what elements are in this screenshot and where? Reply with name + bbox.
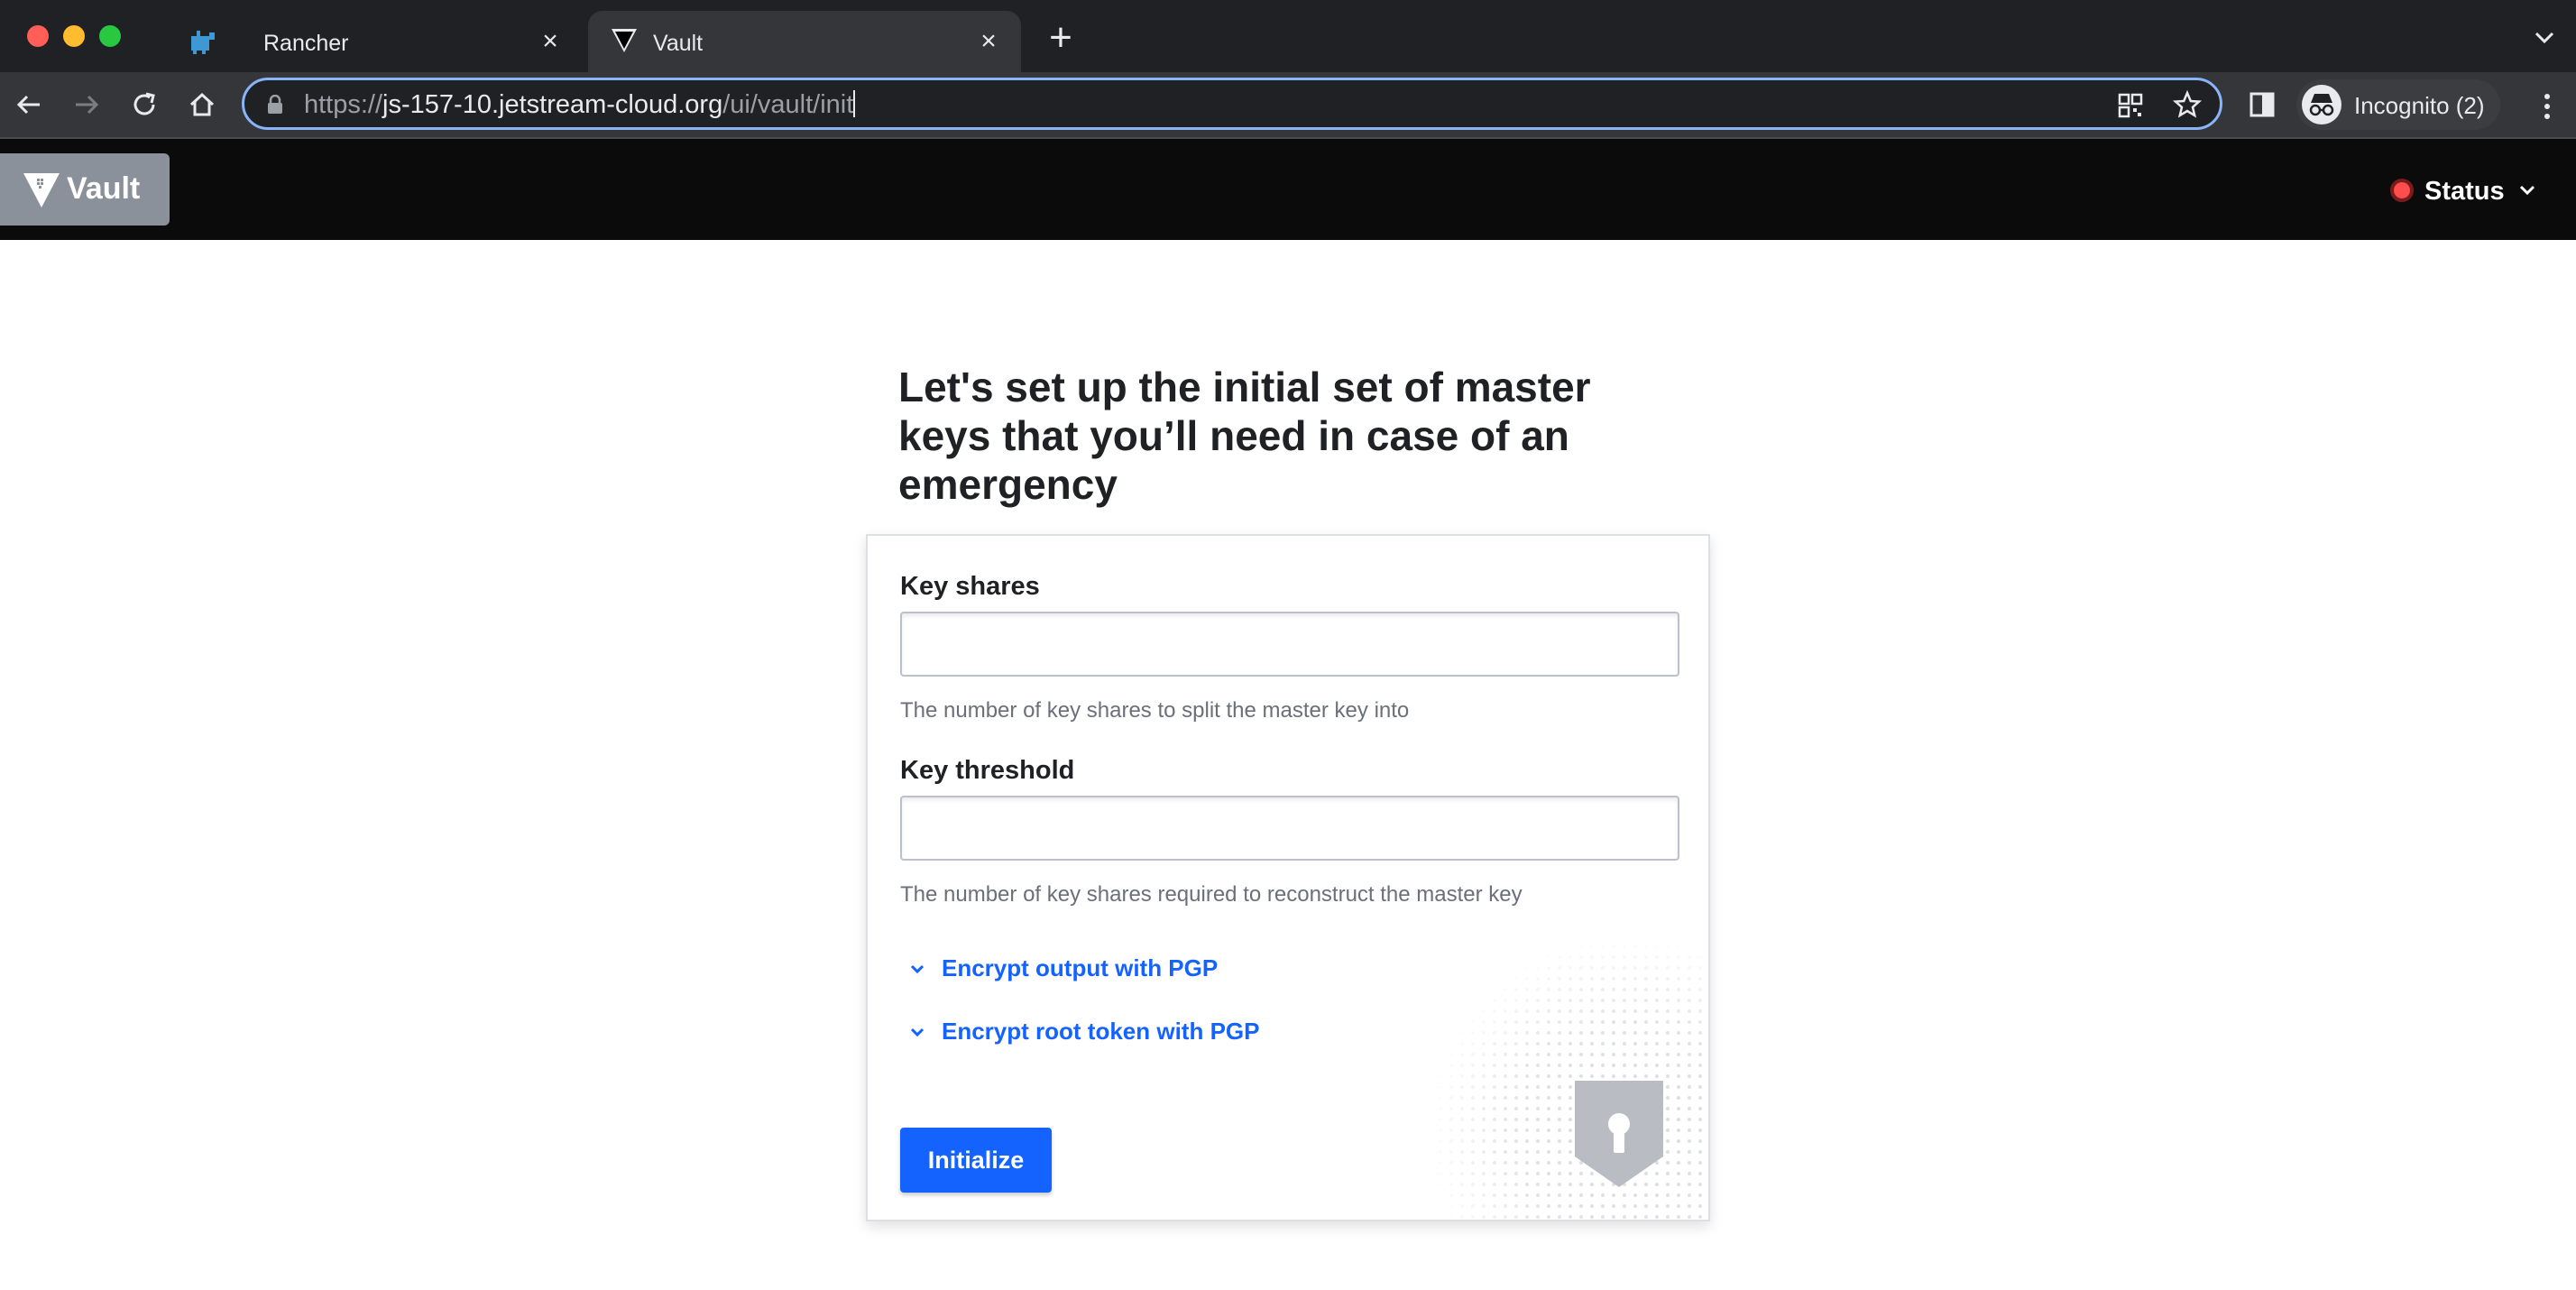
side-panel-icon[interactable] — [2248, 90, 2277, 119]
new-tab-button[interactable]: + — [1044, 18, 1077, 58]
bookmark-star-icon[interactable] — [2173, 90, 2202, 119]
chevron-down-icon[interactable] — [2531, 23, 2558, 51]
key-threshold-label: Key threshold — [900, 756, 1075, 785]
url-host: js-157-10.jetstream-cloud.org — [382, 90, 723, 119]
tab-vault[interactable]: Vault × — [588, 11, 1021, 72]
init-form-card: Key shares The number of key shares to s… — [866, 534, 1710, 1221]
lock-icon[interactable] — [266, 95, 284, 115]
key-shares-input[interactable] — [900, 612, 1679, 677]
keyhole-shield-icon — [1575, 1081, 1663, 1187]
qr-code-icon[interactable] — [2117, 92, 2144, 119]
incognito-profile-button[interactable]: Incognito (2) — [2296, 79, 2500, 130]
window-maximize-button[interactable] — [99, 25, 121, 47]
page-title: Let's set up the initial set of master k… — [898, 364, 1591, 508]
vault-favicon-icon — [612, 29, 637, 52]
vault-home-link[interactable]: Vault — [0, 153, 170, 226]
profile-label: Incognito (2) — [2354, 92, 2485, 119]
chevron-down-icon — [2519, 185, 2535, 196]
vault-logo-text: Vault — [67, 171, 141, 206]
key-threshold-input[interactable] — [900, 796, 1679, 861]
chevron-down-icon — [910, 964, 925, 974]
vault-header: Vault Status — [0, 139, 2576, 240]
initialize-button[interactable]: Initialize — [900, 1128, 1052, 1193]
url-scheme: https:// — [304, 90, 383, 119]
incognito-icon — [2302, 85, 2341, 124]
dotted-pattern-background — [1427, 933, 1708, 1220]
tab-rancher[interactable]: Rancher × — [164, 11, 583, 72]
home-icon[interactable] — [184, 87, 220, 123]
chevron-down-icon — [910, 1027, 925, 1037]
key-threshold-help: The number of key shares required to rec… — [900, 882, 1523, 907]
back-arrow-icon[interactable] — [11, 87, 47, 123]
address-bar[interactable]: https://js-157-10.jetstream-cloud.org/ui… — [242, 78, 2222, 130]
status-label: Status — [2424, 177, 2505, 206]
toggle-label: Encrypt root token with PGP — [942, 1018, 1260, 1045]
browser-tab-bar: Rancher × Vault × + — [0, 0, 2576, 72]
tab-title: Rancher — [263, 31, 349, 56]
rancher-favicon-icon — [191, 31, 215, 54]
key-shares-label: Key shares — [900, 572, 1040, 601]
window-minimize-button[interactable] — [63, 25, 85, 47]
close-tab-icon[interactable]: × — [536, 27, 565, 56]
url-text[interactable]: https://js-157-10.jetstream-cloud.org/ui… — [304, 90, 856, 120]
more-menu-icon[interactable] — [2536, 90, 2558, 123]
vault-logo-icon — [23, 173, 60, 207]
tab-title: Vault — [653, 31, 704, 56]
forward-arrow-icon[interactable] — [69, 87, 105, 123]
toggle-label: Encrypt output with PGP — [942, 954, 1219, 981]
window-close-button[interactable] — [27, 25, 49, 47]
browser-toolbar: https://js-157-10.jetstream-cloud.org/ui… — [0, 72, 2576, 139]
url-path: /ui/vault/init — [722, 90, 854, 119]
close-tab-icon[interactable]: × — [974, 27, 1003, 56]
text-cursor — [853, 90, 856, 117]
key-shares-help: The number of key shares to split the ma… — [900, 698, 1410, 723]
reload-icon[interactable] — [126, 87, 162, 123]
status-dot-icon — [2390, 179, 2414, 202]
